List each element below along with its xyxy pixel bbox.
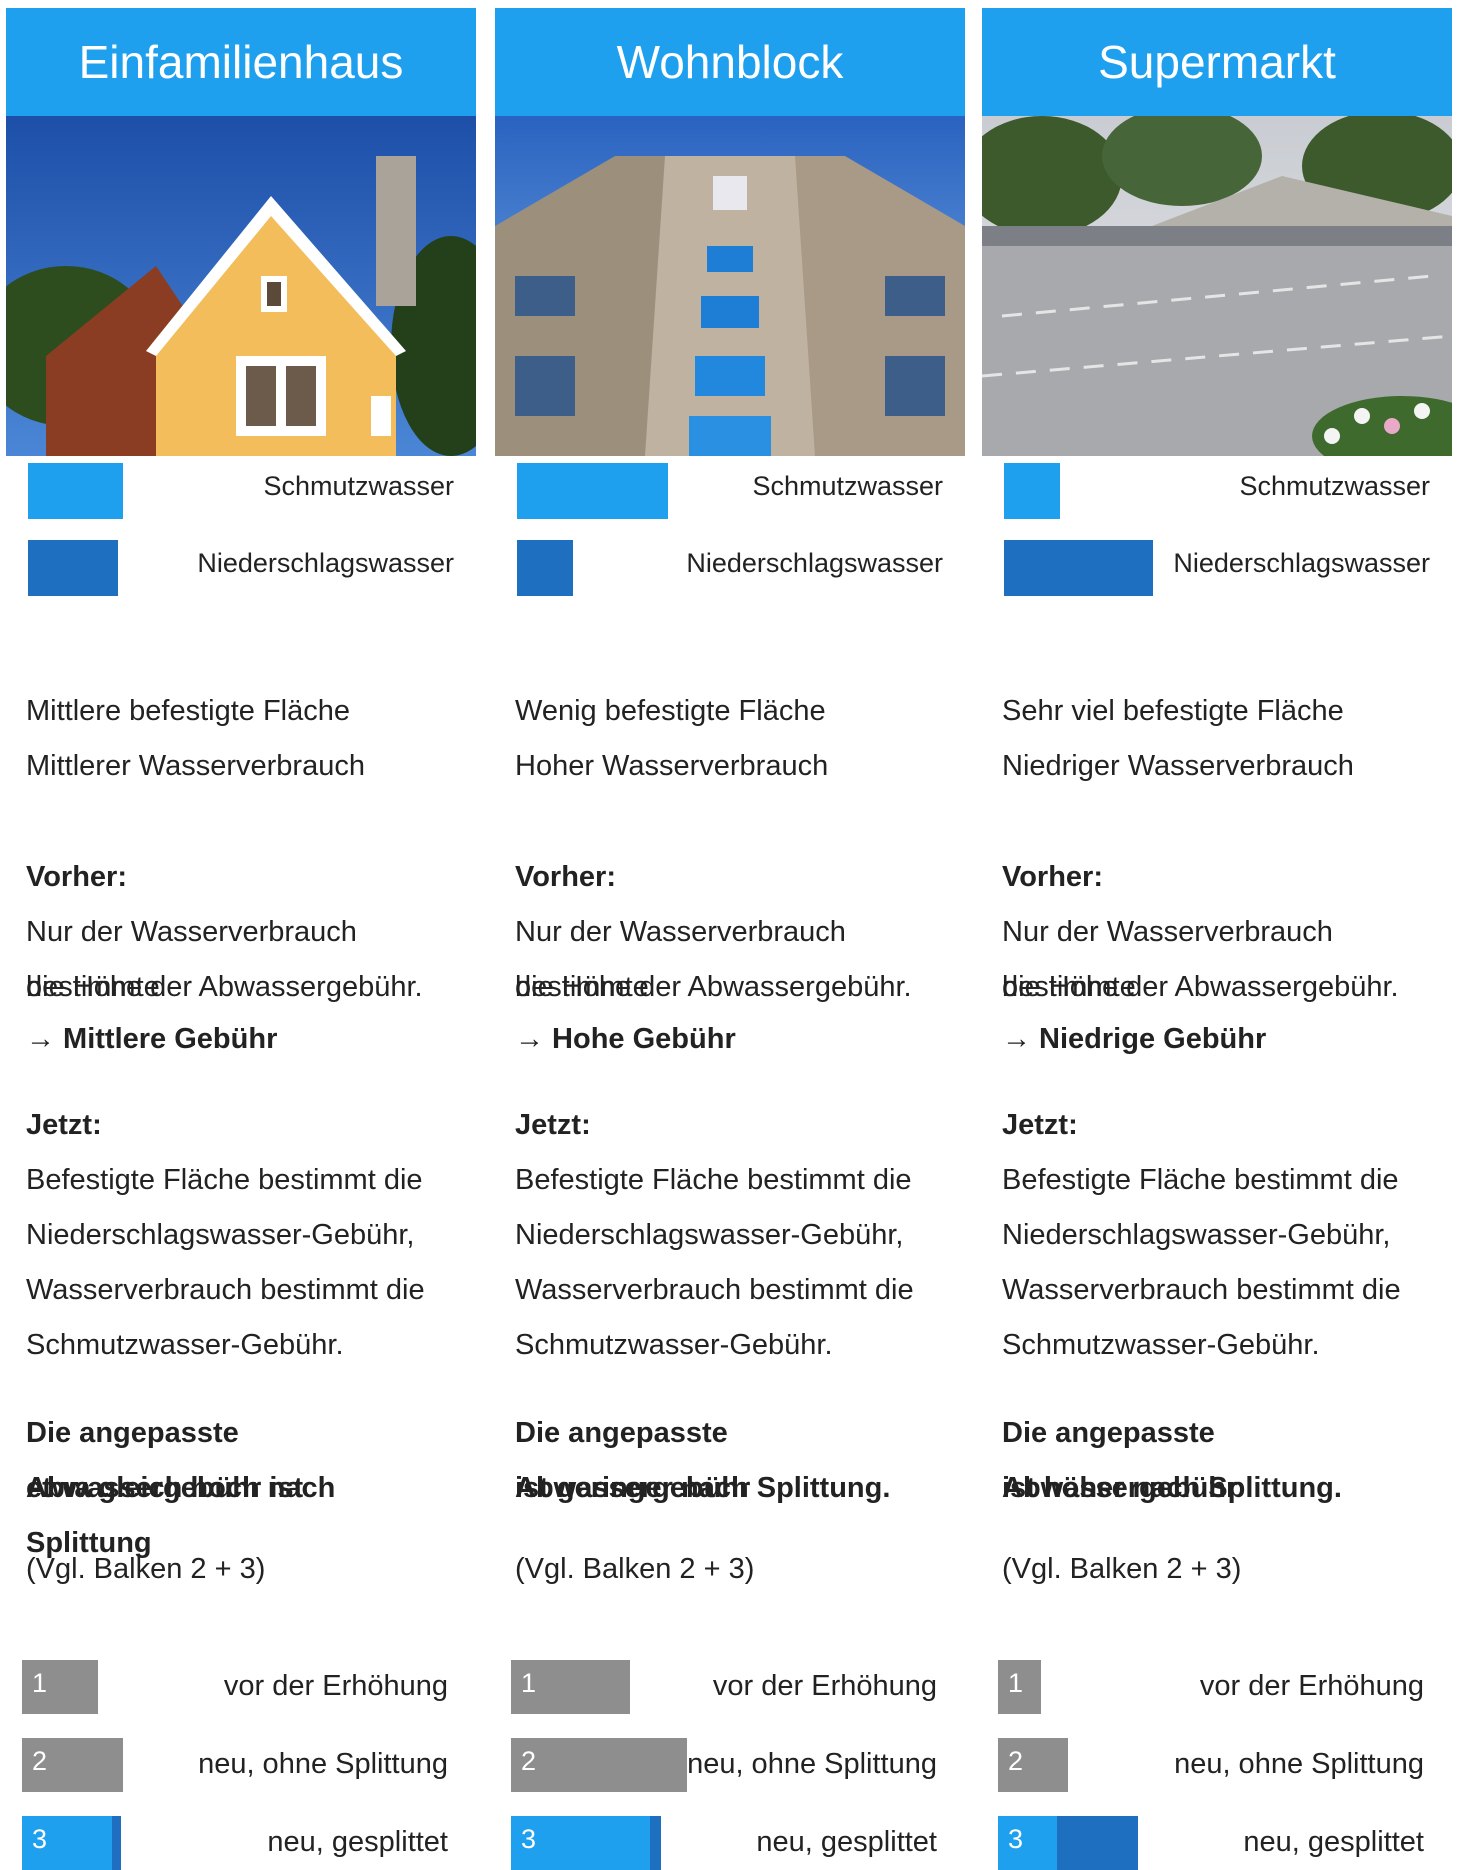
jetzt-text: Befestigte Fläche bestimmt die — [26, 1164, 423, 1196]
bar-row-3: 3 neu, gesplittet — [511, 1816, 951, 1870]
legend-label: Schmutzwasser — [1239, 471, 1430, 501]
bar-label: neu, ohne Splittung — [1174, 1748, 1424, 1780]
bar-number: 3 — [32, 1824, 48, 1854]
bar-number: 2 — [32, 1746, 48, 1776]
legend-label: Schmutzwasser — [263, 471, 454, 501]
vorher-text: die Höhe der Abwassergebühr. — [515, 971, 912, 1003]
vgl-note: (Vgl. Balken 2 + 3) — [1002, 1553, 1242, 1585]
bar-number: 1 — [1008, 1668, 1024, 1698]
bar-row-2: 2 neu, ohne Splittung — [511, 1738, 951, 1792]
bar-label: vor der Erhöhung — [223, 1670, 448, 1702]
bar-label: vor der Erhöhung — [712, 1670, 937, 1702]
jetzt-text: Befestigte Fläche bestimmt die — [1002, 1164, 1399, 1196]
legend-schmutzwasser: Schmutzwasser — [517, 463, 957, 519]
jetzt-text: Schmutzwasser-Gebühr. — [515, 1329, 833, 1361]
bar-grey — [511, 1738, 687, 1792]
bar-number: 3 — [521, 1824, 537, 1854]
bar-row-1: 1 vor der Erhöhung — [511, 1660, 951, 1714]
column-title: Supermarkt — [982, 8, 1452, 116]
bar-number: 1 — [521, 1668, 537, 1698]
legend-schmutzwasser: Schmutzwasser — [28, 463, 468, 519]
jetzt-text: Befestigte Fläche bestimmt die — [515, 1164, 912, 1196]
bar-label: neu, gesplittet — [267, 1826, 448, 1858]
vorher-heading: Vorher: — [1002, 861, 1103, 893]
bar-number: 1 — [32, 1668, 48, 1698]
legend-schmutzwasser: Schmutzwasser — [1004, 463, 1444, 519]
vorher-text: die Höhe der Abwassergebühr. — [26, 971, 423, 1003]
vgl-note: (Vgl. Balken 2 + 3) — [26, 1553, 266, 1585]
bar-number: 2 — [521, 1746, 537, 1776]
column-title: Einfamilienhaus — [6, 8, 476, 116]
consumption-text: Niedriger Wasserverbrauch — [1002, 750, 1354, 782]
jetzt-text: Niederschlagswasser-Gebühr, — [26, 1219, 415, 1251]
bar-row-3: 3 neu, gesplittet — [22, 1816, 462, 1870]
bar-label: vor der Erhöhung — [1199, 1670, 1424, 1702]
consumption-text: Hoher Wasserverbrauch — [515, 750, 829, 782]
bar-row-1: 1 vor der Erhöhung — [998, 1660, 1438, 1714]
column-supermarkt: Supermarkt Schmutzwasser Niederschlagswa… — [982, 8, 1452, 1870]
bar-row-2: 2 neu, ohne Splittung — [22, 1738, 462, 1792]
schmutzwasser-swatch — [517, 463, 668, 519]
legend-label: Niederschlagswasser — [686, 548, 943, 578]
area-text: Wenig befestigte Fläche — [515, 695, 826, 727]
vorher-result: → Niedrige Gebühr — [1002, 1023, 1267, 1055]
vgl-note: (Vgl. Balken 2 + 3) — [515, 1553, 755, 1585]
legend-label: Niederschlagswasser — [197, 548, 454, 578]
vorher-heading: Vorher: — [26, 861, 127, 893]
jetzt-text: Niederschlagswasser-Gebühr, — [1002, 1219, 1391, 1251]
bar-label: neu, gesplittet — [756, 1826, 937, 1858]
bar-row-3: 3 neu, gesplittet — [998, 1816, 1438, 1870]
jetzt-heading: Jetzt: — [26, 1109, 102, 1141]
house-photo — [6, 116, 476, 456]
consumption-text: Mittlerer Wasserverbrauch — [26, 750, 365, 782]
legend-label: Niederschlagswasser — [1173, 548, 1430, 578]
bar-number: 2 — [1008, 1746, 1024, 1776]
jetzt-text: Schmutzwasser-Gebühr. — [1002, 1329, 1320, 1361]
niederschlagswasser-swatch — [1004, 540, 1153, 596]
jetzt-text: Schmutzwasser-Gebühr. — [26, 1329, 344, 1361]
vorher-text: die Höhe der Abwassergebühr. — [1002, 971, 1399, 1003]
schmutzwasser-swatch — [1004, 463, 1060, 519]
bar-row-2: 2 neu, ohne Splittung — [998, 1738, 1438, 1792]
bar-schmutzwasser-part — [998, 1816, 1057, 1870]
column-title: Wohnblock — [495, 8, 965, 116]
bar-niederschlagswasser-part — [1057, 1816, 1138, 1870]
niederschlagswasser-swatch — [517, 540, 573, 596]
bar-label: neu, ohne Splittung — [198, 1748, 448, 1780]
bar-niederschlagswasser-part — [650, 1816, 661, 1870]
legend-niederschlagswasser: Niederschlagswasser — [1004, 540, 1444, 596]
jetzt-heading: Jetzt: — [515, 1109, 591, 1141]
vorher-result: → Hohe Gebühr — [515, 1023, 736, 1055]
bar-label: neu, gesplittet — [1243, 1826, 1424, 1858]
legend-label: Schmutzwasser — [752, 471, 943, 501]
jetzt-text: Wasserverbrauch bestimmt die — [26, 1274, 425, 1306]
supermarket-photo — [982, 116, 1452, 456]
column-einfamilienhaus: Einfamilienhaus Schmutzwasser Niederschl… — [6, 8, 476, 1870]
bar-number: 3 — [1008, 1824, 1024, 1854]
conclusion-text: ist geringer nach Splittung. — [515, 1472, 891, 1504]
legend-niederschlagswasser: Niederschlagswasser — [28, 540, 468, 596]
vorher-heading: Vorher: — [515, 861, 616, 893]
conclusion-text: ist höher nach Splittung. — [1002, 1472, 1342, 1504]
niederschlagswasser-swatch — [28, 540, 118, 596]
bar-label: neu, ohne Splittung — [687, 1748, 937, 1780]
jetzt-heading: Jetzt: — [1002, 1109, 1078, 1141]
jetzt-text: Wasserverbrauch bestimmt die — [515, 1274, 914, 1306]
column-wohnblock: Wohnblock Schmutzwasser Niederschlagswas… — [495, 8, 965, 1870]
jetzt-text: Wasserverbrauch bestimmt die — [1002, 1274, 1401, 1306]
legend-niederschlagswasser: Niederschlagswasser — [517, 540, 957, 596]
bar-niederschlagswasser-part — [112, 1816, 121, 1870]
area-text: Sehr viel befestigte Fläche — [1002, 695, 1344, 727]
area-text: Mittlere befestigte Fläche — [26, 695, 350, 727]
bar-row-1: 1 vor der Erhöhung — [22, 1660, 462, 1714]
apartment-block-photo — [495, 116, 965, 456]
vorher-result: → Mittlere Gebühr — [26, 1023, 278, 1055]
jetzt-text: Niederschlagswasser-Gebühr, — [515, 1219, 904, 1251]
schmutzwasser-swatch — [28, 463, 123, 519]
